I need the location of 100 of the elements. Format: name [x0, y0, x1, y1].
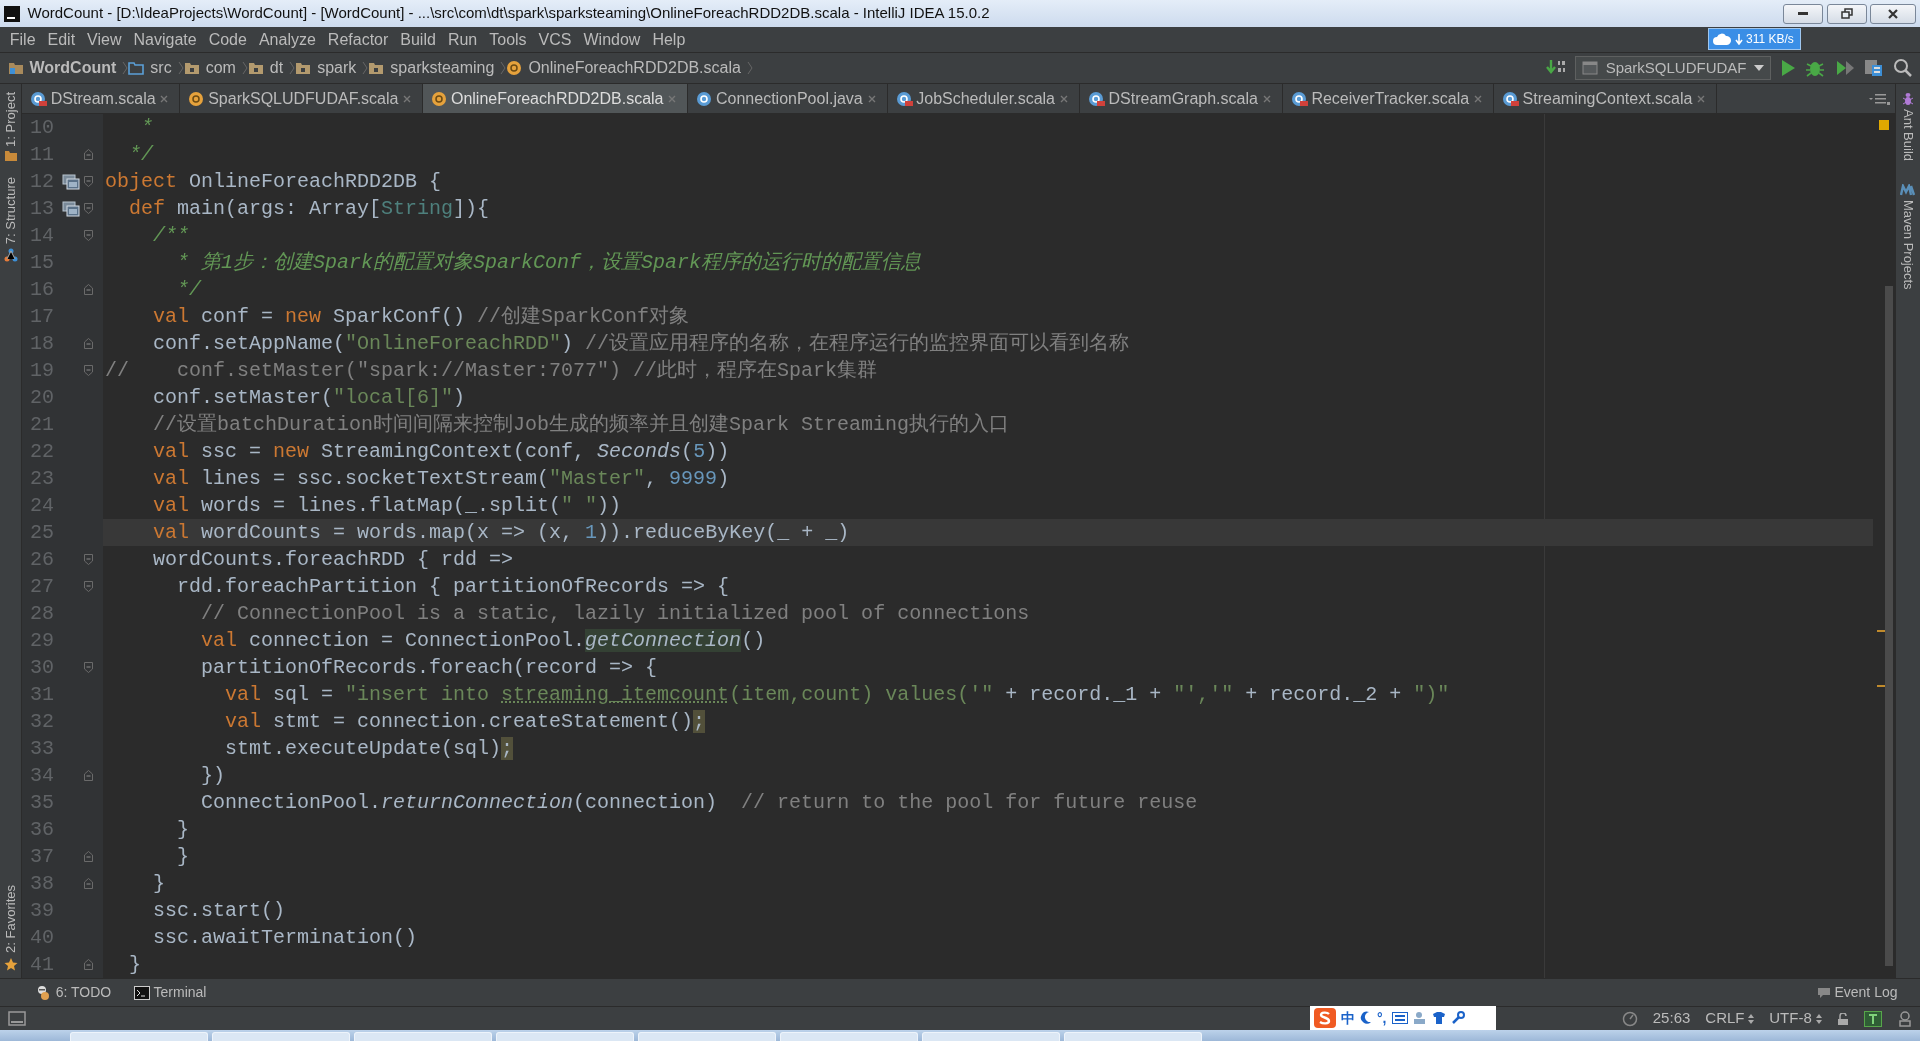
menu-item[interactable]: Navigate	[127, 27, 203, 52]
wrench-icon[interactable]	[1450, 1011, 1465, 1025]
menu-item[interactable]: Refactor	[321, 27, 395, 52]
project-structure-icon[interactable]	[1863, 58, 1885, 78]
editor-tab[interactable]: SparkSQLUDFUDAF.scala	[208, 86, 399, 111]
tool-window-tab[interactable]: Terminal	[153, 982, 207, 1003]
menu-item[interactable]: Window	[577, 27, 647, 52]
menu-item[interactable]: Build	[394, 27, 442, 52]
fold-icon[interactable]	[84, 284, 93, 295]
fold-icon[interactable]	[84, 365, 93, 376]
menu-item[interactable]: View	[81, 27, 128, 52]
menu-item[interactable]: Analyze	[252, 27, 322, 52]
close-icon[interactable]	[1261, 93, 1272, 104]
close-icon[interactable]	[667, 93, 678, 104]
gauge-icon[interactable]	[1621, 1010, 1638, 1027]
editor-tab[interactable]: StreamingContext.scala	[1522, 86, 1693, 111]
window-title: WordCount - [D:\IdeaProjects\WordCount] - [WordCount] - ...\src\com\dt\spark\sparksteaming\OnlineForeachRDD2DB.scala - IntelliJ IDEA 15.0.2	[27, 3, 990, 24]
fold-icon[interactable]	[84, 959, 93, 970]
file-encoding[interactable]: UTF-8	[1769, 1007, 1812, 1030]
minimize-button[interactable]	[1782, 3, 1823, 24]
run-configuration-dropdown[interactable]: SparkSQLUDFUDAF	[1575, 56, 1771, 80]
maven-icon	[1900, 183, 1916, 196]
code-line: */	[176, 278, 201, 301]
close-icon[interactable]	[402, 93, 413, 104]
inspection-status-icon	[1879, 120, 1889, 130]
editor-tab[interactable]: ReceiverTracker.scala	[1311, 86, 1470, 111]
menu-item[interactable]: VCS	[532, 27, 578, 52]
fold-icon[interactable]	[84, 230, 93, 241]
breadcrumb[interactable]: src	[144, 56, 178, 80]
caret-position[interactable]: 25:63	[1652, 1007, 1691, 1030]
editor-tab[interactable]: JobScheduler.scala	[916, 86, 1055, 111]
lock-icon[interactable]	[1836, 1012, 1849, 1025]
fold-icon[interactable]	[84, 338, 93, 349]
fold-icon[interactable]	[84, 203, 93, 214]
tab-list-icon[interactable]	[1869, 91, 1892, 106]
editor-tab[interactable]: ConnectionPool.java	[716, 86, 863, 111]
class-icon	[1290, 90, 1308, 107]
restore-button[interactable]	[1826, 3, 1867, 24]
fold-icon[interactable]	[84, 176, 93, 187]
tool-window-tab[interactable]: Event Log	[1834, 982, 1898, 1003]
tool-window-tab[interactable]: 2: Favorites	[0, 884, 21, 953]
chevron-icon	[362, 61, 369, 75]
fold-icon[interactable]	[84, 581, 93, 592]
input-mode[interactable]: 中	[1341, 1007, 1355, 1029]
tool-window-tab[interactable]: Maven Projects	[1898, 199, 1918, 290]
tool-window-tab[interactable]: 6: TODO	[55, 982, 112, 1003]
menu-item[interactable]: Help	[646, 27, 692, 52]
network-speed-widget[interactable]: 311 KB/s	[1708, 28, 1801, 50]
breadcrumb[interactable]: dt	[263, 56, 290, 80]
punctuation-mode[interactable]: °,	[1377, 1007, 1387, 1029]
person-icon[interactable]	[1412, 1011, 1427, 1025]
windows-icon[interactable]	[62, 200, 80, 217]
breadcrumb[interactable]: sparksteaming	[384, 56, 501, 80]
breadcrumb[interactable]: spark	[311, 56, 363, 80]
code-line: stmt.executeUpdate(sql);	[224, 737, 514, 760]
fold-icon[interactable]	[84, 770, 93, 781]
menu-item[interactable]: Edit	[41, 27, 82, 52]
menu-item[interactable]: Tools	[483, 27, 533, 52]
close-icon[interactable]	[1058, 93, 1069, 104]
close-icon[interactable]	[1472, 93, 1483, 104]
fold-icon[interactable]	[84, 851, 93, 862]
tool-window-tab[interactable]: 1: Project	[0, 91, 21, 147]
line-separator[interactable]: CRLF	[1705, 1007, 1745, 1030]
tool-windows-icon[interactable]	[7, 1010, 26, 1027]
editor-tab[interactable]: DStreamGraph.scala	[1108, 86, 1258, 111]
close-button[interactable]	[1870, 3, 1917, 24]
breadcrumb[interactable]: com	[199, 56, 242, 80]
menu-item[interactable]: Run	[441, 27, 484, 52]
text-box-icon[interactable]	[1863, 1010, 1882, 1027]
editor-tab[interactable]: DStream.scala	[50, 86, 156, 111]
breadcrumb[interactable]: WordCount	[23, 56, 123, 80]
keyboard-icon[interactable]	[1391, 1012, 1408, 1024]
shirt-icon[interactable]	[1431, 1011, 1446, 1025]
code-line: val conf = new SparkConf() //创建SparkConf对象	[152, 305, 690, 328]
close-icon[interactable]	[159, 93, 170, 104]
breadcrumb[interactable]: OnlineForeachRDD2DB.scala	[522, 56, 747, 80]
windows-icon[interactable]	[62, 173, 80, 190]
menu-item[interactable]: Code	[202, 27, 253, 52]
application-icon	[1582, 61, 1599, 75]
fold-icon[interactable]	[84, 554, 93, 565]
close-icon[interactable]	[866, 93, 877, 104]
ant-icon	[1901, 91, 1915, 106]
fold-icon[interactable]	[84, 878, 93, 889]
object-icon	[431, 90, 448, 107]
code-line: val lines = ssc.socketTextStream("Master", 9999)	[152, 467, 730, 490]
scrollbar-thumb[interactable]	[1885, 286, 1893, 966]
fold-icon[interactable]	[84, 662, 93, 673]
menu-item[interactable]: File	[3, 27, 42, 52]
code-line: object OnlineForeachRDD2DB {	[105, 170, 442, 193]
inspector-icon[interactable]	[1896, 1010, 1913, 1027]
search-icon[interactable]	[1892, 58, 1913, 78]
code-line: def main(args: Array[String]){	[128, 197, 490, 220]
cloud-icon	[1712, 31, 1732, 47]
close-icon[interactable]	[1696, 93, 1707, 104]
fold-icon[interactable]	[84, 149, 93, 160]
moon-icon[interactable]	[1360, 1011, 1372, 1025]
tool-window-tab[interactable]: Ant Build	[1898, 109, 1918, 162]
input-method-toolbar[interactable]: 中 °,	[1310, 1006, 1496, 1030]
code-line: //设置batchDuration时间间隔来控制Job生成的频率并且创建Spark Streaming执行的入口	[152, 413, 1010, 436]
tool-window-tab[interactable]: 7: Structure	[0, 177, 21, 245]
